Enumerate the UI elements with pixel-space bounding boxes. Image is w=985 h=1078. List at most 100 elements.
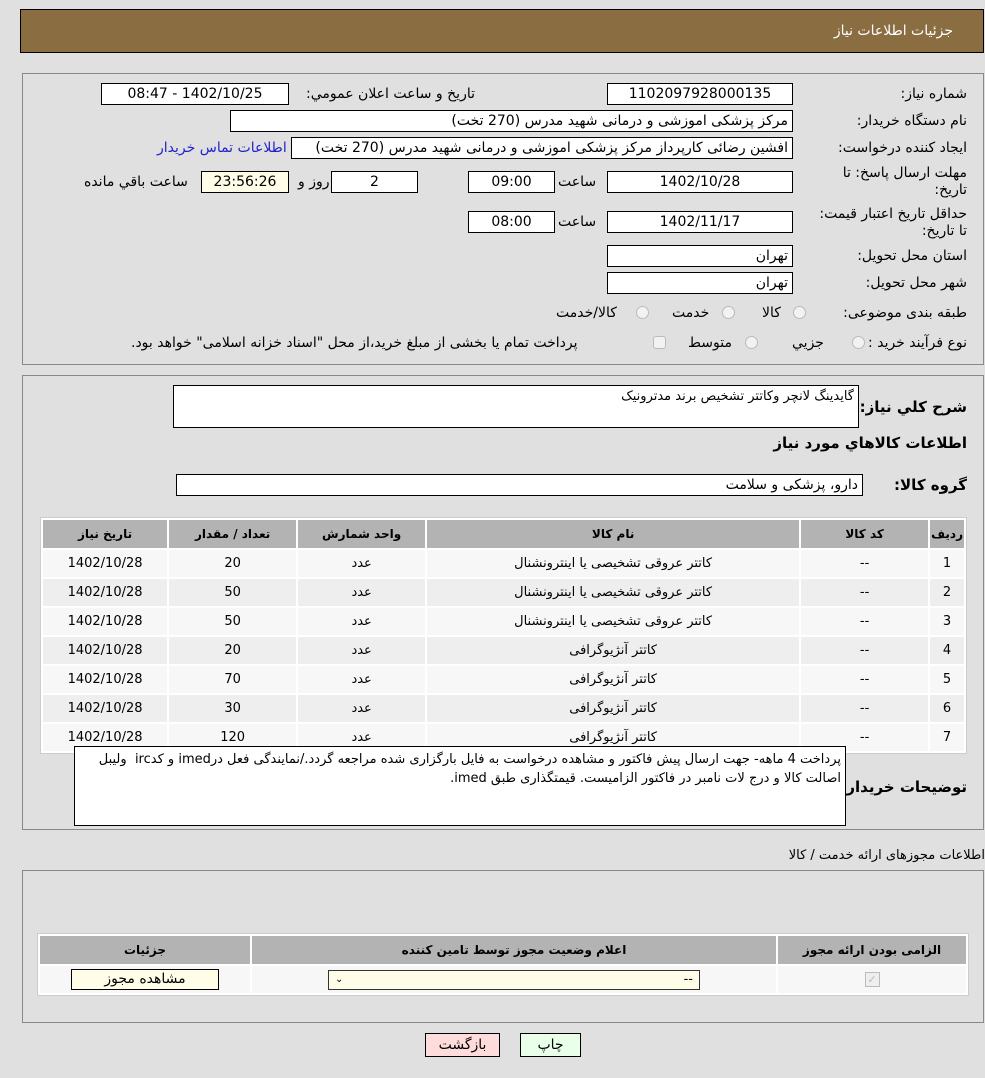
price-validity-time-label: ساعت: [558, 214, 597, 230]
col-need-date: تاریخ نیاز: [43, 520, 168, 548]
col-row: ردیف: [930, 520, 964, 548]
permit-details-cell: مشاهده مجوز: [40, 966, 250, 993]
category-option-goods-service: کالا/خدمت: [556, 305, 617, 321]
category-option-service: خدمت: [672, 305, 710, 321]
goods-name-cell: کاتتر عروقی تشخیصی یا اینترونشنال: [427, 550, 800, 577]
quantity-cell: 20: [169, 637, 297, 664]
page-header: جزئیات اطلاعات نیاز: [20, 9, 984, 53]
quantity-cell: 50: [169, 579, 297, 606]
reply-time-field[interactable]: 09:00: [468, 171, 555, 193]
print-button[interactable]: چاپ: [520, 1033, 581, 1057]
col-permit-required: الزامی بودن ارائه مجوز: [778, 936, 966, 964]
table-row: 6 -- کاتتر آنژیوگرافی عدد 30 1402/10/28: [43, 695, 964, 722]
province-field[interactable]: تهران: [607, 245, 793, 267]
unit-cell: عدد: [298, 579, 426, 606]
row-number-cell: 2: [930, 579, 964, 606]
buyer-org-label: نام دستگاه خریدار:: [856, 113, 967, 129]
permit-status-cell: -- ⌄: [252, 966, 776, 993]
row-number-cell: 4: [930, 637, 964, 664]
col-permit-details: جزئیات: [40, 936, 250, 964]
permit-row: ✓ -- ⌄ مشاهده مجوز: [40, 966, 966, 993]
days-label: روز و: [298, 174, 330, 190]
goods-code-cell: --: [801, 550, 929, 577]
category-radio-goods-service[interactable]: [636, 306, 649, 319]
goods-name-cell: کاتتر آنژیوگرافی: [427, 637, 800, 664]
table-row: 2 -- کاتتر عروقی تشخیصی یا اینترونشنال عدد 5…: [43, 579, 964, 606]
permit-required-cell: ✓: [778, 966, 966, 993]
items-heading: اطلاعات كالاهاي مورد نياز: [773, 434, 967, 452]
province-label: استان محل تحویل:: [857, 248, 967, 264]
quantity-cell: 70: [169, 666, 297, 693]
days-remaining-field: 2: [331, 171, 418, 193]
process-radio-medium[interactable]: [745, 336, 758, 349]
announce-datetime-field[interactable]: 1402/10/25 - 08:47: [101, 83, 289, 105]
need-date-cell: 1402/10/28: [43, 608, 168, 635]
need-number-label: شماره نیاز:: [900, 86, 968, 102]
city-label: شهر محل تحویل:: [865, 275, 967, 291]
row-number-cell: 3: [930, 608, 964, 635]
time-remaining-field: 23:56:26: [201, 171, 289, 193]
need-number-field[interactable]: 1102097928000135: [607, 83, 793, 105]
description-label: شرح كلي نياز:: [859, 398, 967, 416]
need-date-cell: 1402/10/28: [43, 579, 168, 606]
treasury-note: پرداخت تمام یا بخشی از مبلغ خرید،از محل …: [131, 335, 578, 351]
process-radio-minor[interactable]: [852, 336, 865, 349]
permit-required-checkbox[interactable]: ✓: [864, 972, 880, 987]
buyer-notes-label: توضیحات خریدار:: [840, 778, 967, 796]
unit-cell: عدد: [298, 695, 426, 722]
table-row: 4 -- کاتتر آنژیوگرافی عدد 20 1402/10/28: [43, 637, 964, 664]
buyer-notes-textarea[interactable]: [74, 746, 846, 826]
permits-table: الزامی بودن ارائه مجوز اعلام وضعیت مجوز …: [37, 933, 969, 996]
price-validity-date-field[interactable]: 1402/11/17: [607, 211, 793, 233]
price-validity-time-field[interactable]: 08:00: [468, 211, 555, 233]
treasury-checkbox[interactable]: [653, 336, 666, 349]
table-row: 3 -- کاتتر عروقی تشخیصی یا اینترونشنال عدد 5…: [43, 608, 964, 635]
back-button[interactable]: بازگشت: [425, 1033, 500, 1057]
view-permit-button[interactable]: مشاهده مجوز: [71, 969, 219, 990]
city-field[interactable]: تهران: [607, 272, 793, 294]
chevron-down-icon: ⌄: [335, 974, 344, 985]
reply-date-field[interactable]: 1402/10/28: [607, 171, 793, 193]
goods-name-cell: کاتتر آنژیوگرافی: [427, 695, 800, 722]
col-code: کد کالا: [801, 520, 929, 548]
unit-cell: عدد: [298, 550, 426, 577]
row-number-cell: 1: [930, 550, 964, 577]
description-textarea[interactable]: [173, 385, 859, 428]
col-name: نام کالا: [427, 520, 800, 548]
creator-label: ایجاد کننده درخواست:: [838, 140, 967, 156]
table-row: 5 -- کاتتر آنژیوگرافی عدد 70 1402/10/28: [43, 666, 964, 693]
goods-name-cell: کاتتر آنژیوگرافی: [427, 666, 800, 693]
process-option-medium: متوسط: [688, 335, 732, 351]
quantity-cell: 30: [169, 695, 297, 722]
goods-code-cell: --: [801, 579, 929, 606]
permits-section-title: اطلاعات مجوزهای ارائه خدمت / کالا: [788, 848, 985, 863]
table-row: 1 -- کاتتر عروقی تشخیصی یا اینترونشنال عدد 2…: [43, 550, 964, 577]
quantity-cell: 20: [169, 550, 297, 577]
process-type-label: نوع فرآیند خرید :: [868, 335, 967, 351]
reply-deadline-label: مهلت ارسال پاسخ: تا تاریخ:: [842, 165, 967, 198]
goods-group-field[interactable]: دارو، پزشکی و سلامت: [176, 474, 863, 496]
permits-table-header: الزامی بودن ارائه مجوز اعلام وضعیت مجوز …: [40, 936, 966, 964]
col-unit: واحد شمارش: [298, 520, 426, 548]
buyer-org-field[interactable]: مرکز پزشکی اموزشی و درمانی شهید مدرس (27…: [230, 110, 793, 132]
permit-status-value: --: [683, 972, 693, 987]
price-validity-label: حداقل تاریخ اعتبار قیمت: تا تاریخ:: [819, 206, 967, 239]
announce-label: تاریخ و ساعت اعلان عمومي:: [306, 86, 475, 102]
process-option-minor: جزيي: [792, 335, 824, 351]
col-permit-status: اعلام وضعیت مجوز توسط تامین کننده: [252, 936, 776, 964]
unit-cell: عدد: [298, 608, 426, 635]
category-radio-service[interactable]: [722, 306, 735, 319]
quantity-cell: 50: [169, 608, 297, 635]
creator-field[interactable]: افشین رضائی کارپرداز مرکز پزشکی اموزشی و…: [291, 137, 793, 159]
category-option-goods: کالا: [762, 305, 781, 321]
permit-status-select[interactable]: -- ⌄: [328, 969, 700, 990]
row-number-cell: 5: [930, 666, 964, 693]
need-date-cell: 1402/10/28: [43, 666, 168, 693]
category-radio-goods[interactable]: [793, 306, 806, 319]
row-number-cell: 6: [930, 695, 964, 722]
reply-time-label: ساعت: [558, 174, 597, 190]
buyer-contact-link[interactable]: اطلاعات تماس خریدار: [157, 140, 287, 156]
goods-code-cell: --: [801, 608, 929, 635]
goods-code-cell: --: [801, 695, 929, 722]
goods-group-label: گروه کالا:: [894, 476, 967, 494]
